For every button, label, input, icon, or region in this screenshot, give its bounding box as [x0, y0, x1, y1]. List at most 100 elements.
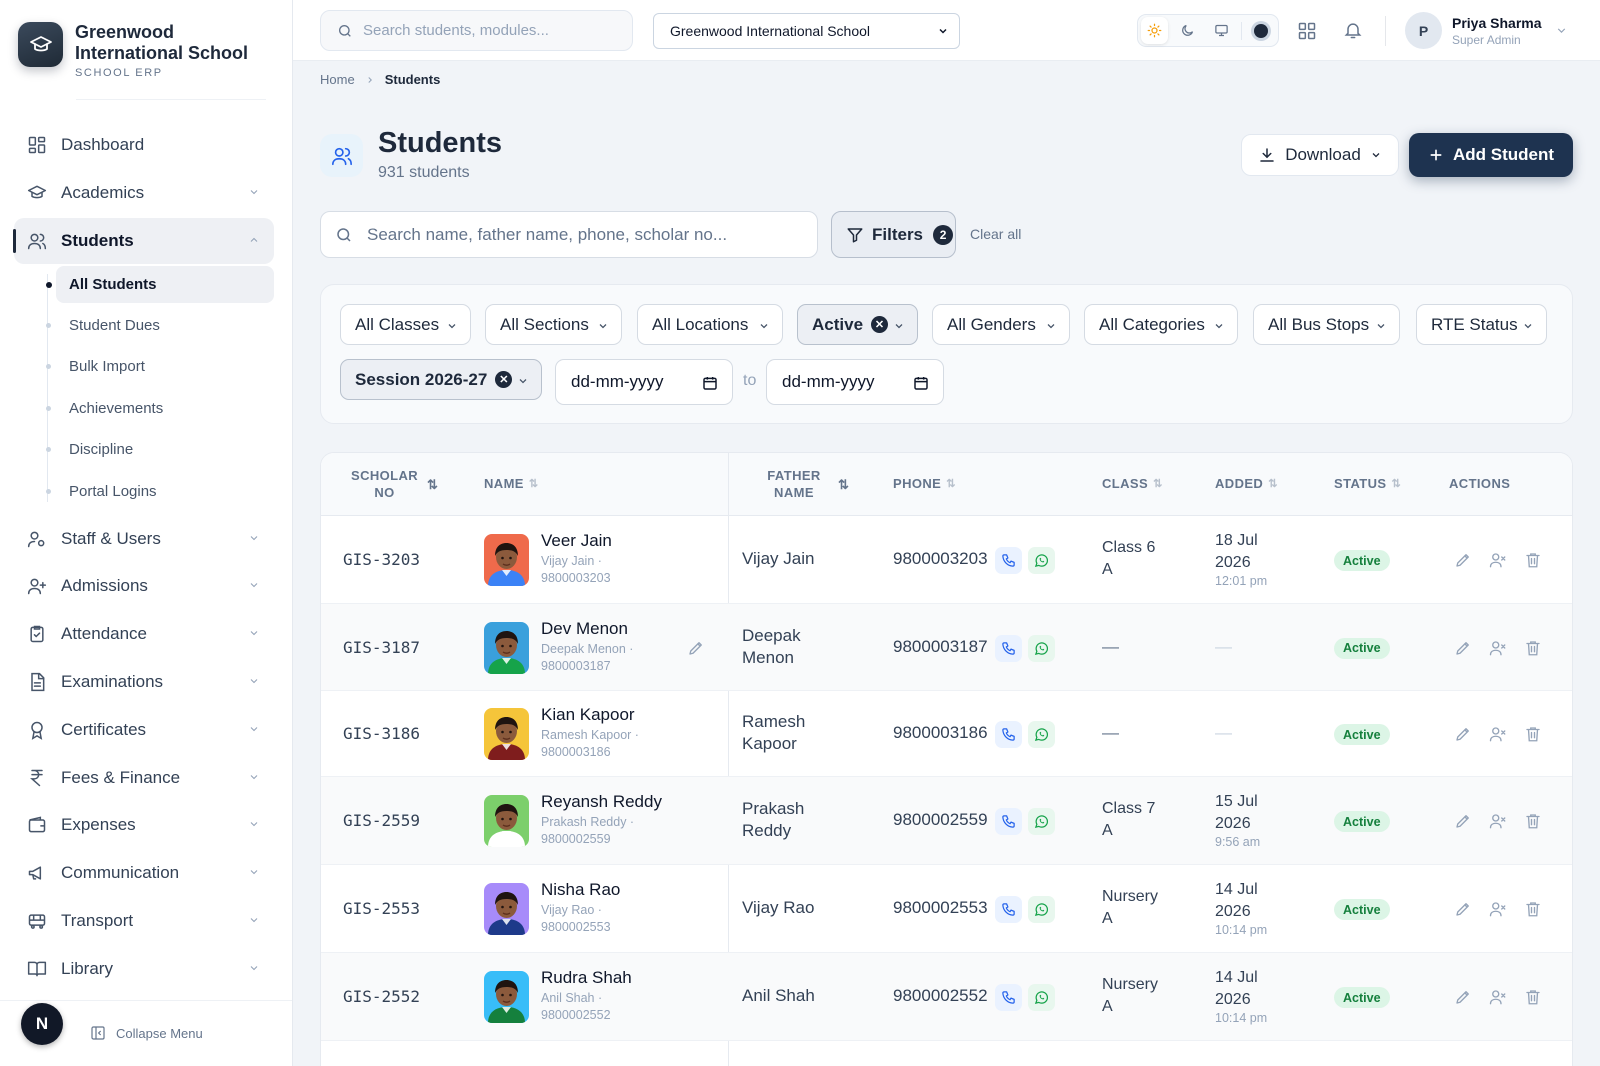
- column-header-phone[interactable]: PHONE ⇅: [893, 476, 956, 491]
- deactivate-button[interactable]: [1489, 725, 1507, 743]
- status-filter[interactable]: Active ✕: [797, 304, 918, 345]
- bus-stop-filter[interactable]: All Bus Stops: [1253, 304, 1400, 345]
- clear-session-filter-icon[interactable]: ✕: [495, 371, 513, 388]
- sidebar-item-staff[interactable]: Staff & Users: [14, 516, 274, 562]
- breadcrumb-home[interactable]: Home: [320, 72, 355, 87]
- whatsapp-button[interactable]: [1028, 634, 1055, 662]
- student-name[interactable]: Kian Kapoor: [541, 705, 635, 725]
- sidebar-item-library[interactable]: Library: [14, 946, 274, 992]
- column-header-scholar[interactable]: SCHOLAR NO: [351, 467, 418, 501]
- whatsapp-button[interactable]: [1028, 808, 1055, 835]
- sidebar-item-admissions[interactable]: Admissions: [14, 563, 274, 609]
- sidebar-item-communication[interactable]: Communication: [14, 850, 274, 896]
- student-photo[interactable]: [484, 883, 529, 935]
- table-row[interactable]: GIS-2559 Reyansh Reddy Prakash Reddy · 98…: [321, 777, 1572, 865]
- add-student-button[interactable]: Add Student: [1409, 133, 1573, 177]
- sidebar-item-dashboard[interactable]: Dashboard: [14, 122, 274, 168]
- section-filter[interactable]: All Sections: [485, 304, 622, 345]
- clear-all-link[interactable]: Clear all: [970, 226, 1021, 242]
- student-photo[interactable]: [484, 534, 529, 586]
- sidebar-item-examinations[interactable]: Examinations: [14, 659, 274, 705]
- whatsapp-button[interactable]: [1028, 984, 1055, 1011]
- edit-name-icon[interactable]: [687, 639, 705, 657]
- chevron-down-icon[interactable]: [1555, 24, 1568, 37]
- system-theme-button[interactable]: [1208, 17, 1235, 44]
- call-button[interactable]: [995, 808, 1022, 835]
- deactivate-button[interactable]: [1489, 812, 1507, 830]
- class-filter[interactable]: All Classes: [340, 304, 471, 345]
- column-header-father[interactable]: FATHER NAME: [758, 467, 830, 501]
- column-header-name[interactable]: NAME ⇅: [484, 476, 539, 491]
- location-filter[interactable]: All Locations: [637, 304, 783, 345]
- call-button[interactable]: [995, 896, 1022, 923]
- student-photo[interactable]: [484, 971, 529, 1023]
- deactivate-button[interactable]: [1489, 988, 1507, 1006]
- session-filter[interactable]: Session 2026-27 ✕: [340, 359, 542, 400]
- delete-button[interactable]: [1524, 812, 1542, 830]
- whatsapp-button[interactable]: [1028, 896, 1055, 923]
- whatsapp-button[interactable]: [1028, 721, 1055, 748]
- category-filter[interactable]: All Categories: [1084, 304, 1238, 345]
- sidebar-item-transport[interactable]: Transport: [14, 898, 274, 944]
- subnav-item-student-dues[interactable]: Student Dues: [14, 307, 274, 344]
- sidebar-item-students[interactable]: Students: [13, 217, 274, 264]
- sidebar-item-attendance[interactable]: Attendance: [14, 611, 274, 657]
- student-photo[interactable]: [484, 795, 529, 847]
- gender-filter[interactable]: All Genders: [932, 304, 1070, 345]
- sidebar-item-certificates[interactable]: Certificates: [14, 707, 274, 753]
- table-row[interactable]: GIS-2553 Nisha Rao Vijay Rao · 9800002553…: [321, 865, 1572, 953]
- subnav-item-portal-logins[interactable]: Portal Logins: [14, 473, 274, 510]
- student-name[interactable]: Nisha Rao: [541, 880, 620, 900]
- table-row[interactable]: GIS-3187 Dev Menon Deepak Menon · 9800003…: [321, 604, 1572, 691]
- call-button[interactable]: [995, 721, 1022, 748]
- column-header-added[interactable]: ADDED ⇅: [1215, 476, 1278, 491]
- sort-icon[interactable]: ⇅: [838, 477, 849, 493]
- student-photo[interactable]: [484, 621, 529, 674]
- rte-status-filter[interactable]: RTE Status: [1416, 304, 1547, 345]
- subnav-item-all-students[interactable]: All Students: [46, 265, 274, 303]
- user-avatar[interactable]: P: [1405, 12, 1442, 49]
- student-name[interactable]: Rudra Shah: [541, 968, 632, 988]
- student-name[interactable]: Reyansh Reddy: [541, 792, 662, 812]
- subnav-item-achievements[interactable]: Achievements: [14, 390, 274, 427]
- student-name[interactable]: Dev Menon: [541, 619, 628, 639]
- delete-button[interactable]: [1524, 725, 1542, 743]
- table-row[interactable]: GIS-3203 Veer Jain Vijay Jain · 980000320…: [321, 516, 1572, 604]
- collapse-menu-button[interactable]: Collapse Menu: [90, 1025, 203, 1041]
- sort-icon[interactable]: ⇅: [427, 477, 438, 493]
- delete-button[interactable]: [1524, 551, 1542, 569]
- edit-button[interactable]: [1454, 551, 1472, 569]
- whatsapp-button[interactable]: [1028, 547, 1055, 574]
- subnav-item-bulk-import[interactable]: Bulk Import: [14, 348, 274, 385]
- student-search-input[interactable]: Search name, father name, phone, scholar…: [320, 211, 818, 258]
- dark-theme-button[interactable]: [1174, 17, 1201, 44]
- deactivate-button[interactable]: [1489, 900, 1507, 918]
- delete-button[interactable]: [1524, 639, 1542, 657]
- table-row[interactable]: GIS-2552 Rudra Shah Anil Shah · 980000255…: [321, 953, 1572, 1041]
- student-name[interactable]: Veer Jain: [541, 531, 612, 551]
- calendar-icon[interactable]: [913, 375, 929, 391]
- call-button[interactable]: [995, 634, 1022, 662]
- global-search-input[interactable]: Search students, modules...: [320, 10, 633, 51]
- apps-grid-icon[interactable]: [1297, 21, 1317, 41]
- clear-status-filter-icon[interactable]: ✕: [871, 316, 889, 333]
- sidebar-item-academics[interactable]: Academics: [14, 170, 274, 216]
- color-theme-button[interactable]: [1248, 17, 1275, 44]
- calendar-icon[interactable]: [702, 375, 718, 391]
- date-from-input[interactable]: dd-mm-yyyy: [555, 359, 733, 405]
- student-photo[interactable]: [484, 708, 529, 760]
- subnav-item-discipline[interactable]: Discipline: [14, 431, 274, 468]
- download-button[interactable]: Download: [1241, 134, 1399, 176]
- deactivate-button[interactable]: [1489, 639, 1507, 657]
- date-to-input[interactable]: dd-mm-yyyy: [766, 359, 944, 405]
- sidebar-item-fees[interactable]: Fees & Finance: [14, 755, 274, 801]
- user-name[interactable]: Priya Sharma: [1452, 15, 1542, 31]
- column-header-class[interactable]: CLASS ⇅: [1102, 476, 1163, 491]
- edit-button[interactable]: [1454, 725, 1472, 743]
- light-theme-button[interactable]: [1141, 17, 1169, 44]
- sidebar-item-expenses[interactable]: Expenses: [14, 802, 274, 848]
- edit-button[interactable]: [1454, 639, 1472, 657]
- edit-button[interactable]: [1454, 900, 1472, 918]
- delete-button[interactable]: [1524, 988, 1542, 1006]
- table-row[interactable]: GIS-3186 Kian Kapoor Ramesh Kapoor · 9800…: [321, 691, 1572, 777]
